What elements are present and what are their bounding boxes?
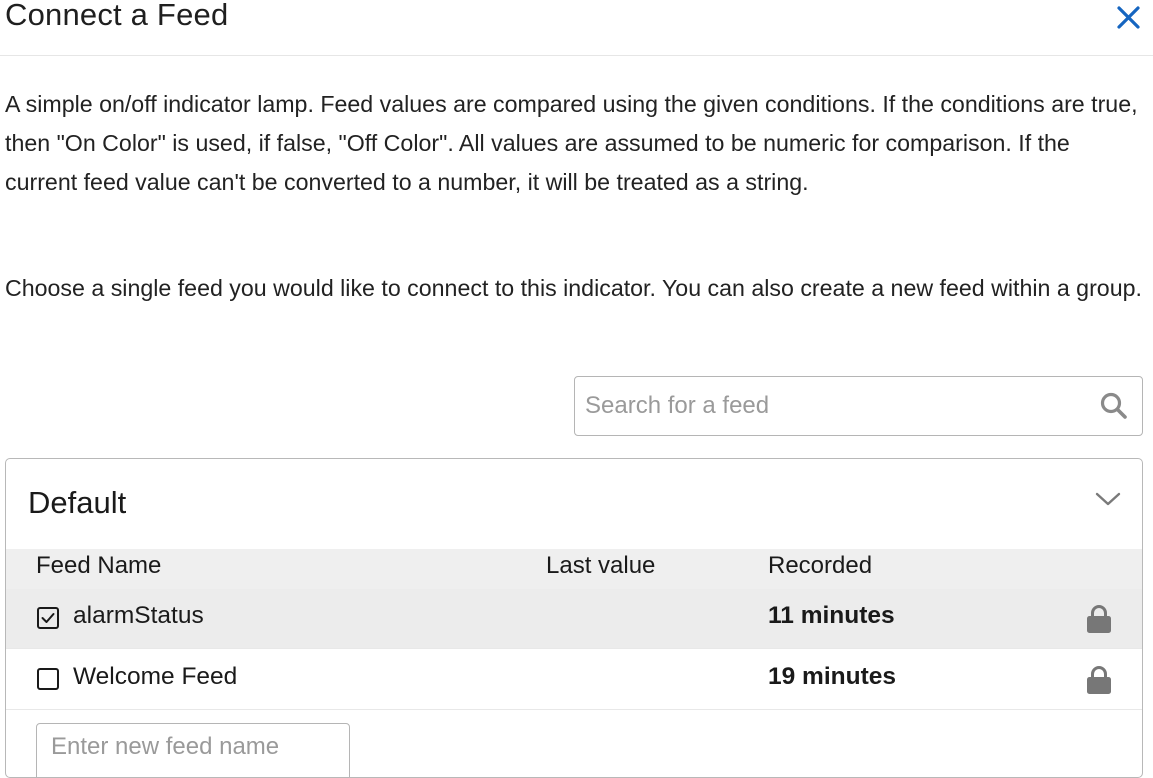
feed-recorded: 11 minutes bbox=[768, 602, 895, 629]
search-box bbox=[574, 376, 1143, 436]
feed-table-header: Feed Name Last value Recorded bbox=[6, 549, 1142, 589]
new-feed-name-input[interactable] bbox=[51, 730, 341, 764]
feed-name[interactable]: alarmStatus bbox=[73, 602, 204, 630]
lock-icon bbox=[1087, 605, 1111, 633]
description-paragraph: A simple on/off indicator lamp. Feed val… bbox=[5, 91, 1138, 195]
feed-group-panel: Default Feed Name Last value Recorded al… bbox=[5, 458, 1143, 778]
feed-recorded: 19 minutes bbox=[768, 663, 896, 690]
feed-row[interactable]: alarmStatus 11 minutes bbox=[6, 589, 1142, 649]
column-header-recorded[interactable]: Recorded bbox=[768, 552, 872, 580]
column-header-last-value[interactable]: Last value bbox=[546, 552, 655, 580]
feed-row[interactable]: Welcome Feed 19 minutes bbox=[6, 650, 1142, 710]
checkbox-unchecked[interactable] bbox=[36, 667, 60, 691]
new-feed-box bbox=[36, 723, 350, 777]
search-input[interactable] bbox=[585, 387, 1085, 425]
instruction-paragraph: Choose a single feed you would like to c… bbox=[5, 275, 1142, 301]
search-icon[interactable] bbox=[1099, 391, 1129, 421]
group-title: Default bbox=[28, 485, 127, 520]
close-button[interactable] bbox=[1112, 1, 1146, 35]
feed-name[interactable]: Welcome Feed bbox=[73, 663, 237, 691]
chevron-down-icon[interactable] bbox=[1094, 489, 1122, 509]
dialog-title: Connect a Feed bbox=[5, 0, 229, 32]
dialog-header: Connect a Feed bbox=[0, 0, 1153, 56]
checkbox-checked[interactable] bbox=[36, 606, 60, 630]
close-icon bbox=[1117, 6, 1140, 29]
lock-icon bbox=[1087, 666, 1111, 694]
column-header-feed-name[interactable]: Feed Name bbox=[36, 552, 161, 580]
